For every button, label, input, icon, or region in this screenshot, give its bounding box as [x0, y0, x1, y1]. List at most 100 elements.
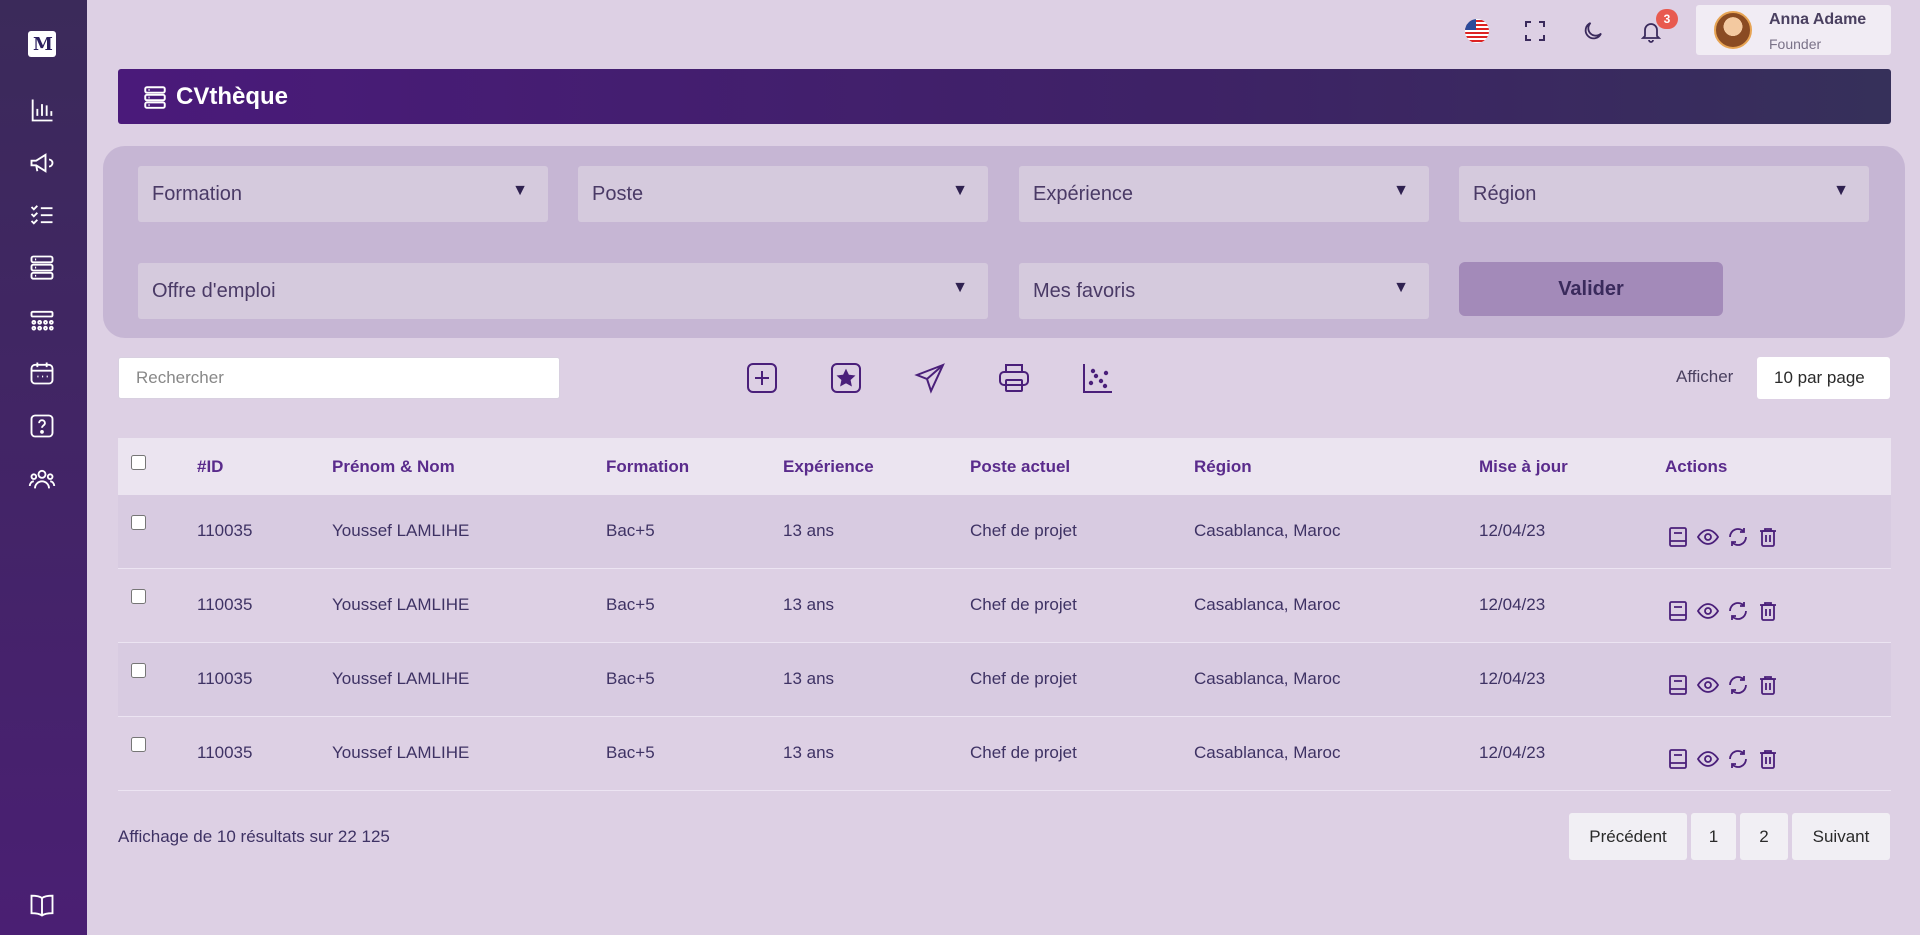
- experience-select-value: Expérience: [1033, 182, 1134, 205]
- sidebar-item-users[interactable]: [27, 464, 57, 494]
- col-updated[interactable]: Mise à jour: [1479, 457, 1568, 477]
- view-icon[interactable]: [1695, 598, 1721, 624]
- col-formation[interactable]: Formation: [606, 457, 689, 477]
- sidebar-item-calendar[interactable]: [27, 358, 57, 388]
- row-checkbox[interactable]: [131, 589, 146, 604]
- cell-region: Casablanca, Maroc: [1194, 743, 1341, 762]
- poste-select[interactable]: Poste ▼: [578, 166, 988, 222]
- refresh-icon[interactable]: [1725, 746, 1751, 772]
- row-checkbox[interactable]: [131, 515, 146, 530]
- scatter-chart-button[interactable]: [1081, 361, 1115, 395]
- notifications-icon[interactable]: 3: [1636, 9, 1678, 46]
- dropdown-arrow-icon: ▼: [1833, 182, 1849, 199]
- formation-select[interactable]: Formation ▼: [138, 166, 548, 222]
- view-icon[interactable]: [1695, 672, 1721, 698]
- offre-select[interactable]: Offre d'emploi ▼: [138, 263, 988, 319]
- sidebar-item-stats[interactable]: [27, 95, 57, 125]
- offre-select-value: Offre d'emploi: [152, 279, 276, 302]
- dropdown-arrow-icon: ▼: [952, 279, 968, 296]
- scatter-chart-icon: [1083, 364, 1112, 393]
- delete-icon[interactable]: [1755, 672, 1781, 698]
- cv-icon[interactable]: [1665, 598, 1691, 624]
- user-menu[interactable]: Anna Adame Founder: [1696, 5, 1891, 55]
- add-candidate-button[interactable]: [745, 361, 779, 395]
- sidebar-item-grid[interactable]: [27, 305, 57, 335]
- delete-icon[interactable]: [1755, 524, 1781, 550]
- cell-name: Youssef LAMLIHE: [332, 595, 470, 614]
- favoris-select-value: Mes favoris: [1033, 279, 1136, 302]
- row-actions: [1665, 672, 1781, 698]
- cv-icon[interactable]: [1665, 524, 1691, 550]
- col-region[interactable]: Région: [1194, 457, 1252, 477]
- row-actions: [1665, 598, 1781, 624]
- view-icon[interactable]: [1695, 524, 1721, 550]
- cell-id: 110035: [197, 669, 253, 688]
- cell-formation: Bac+5: [606, 669, 655, 688]
- refresh-icon[interactable]: [1725, 524, 1751, 550]
- row-checkbox[interactable]: [131, 737, 146, 752]
- validate-button[interactable]: Valider: [1459, 262, 1723, 316]
- refresh-icon[interactable]: [1725, 598, 1751, 624]
- app-logo[interactable]: M: [28, 31, 56, 57]
- delete-icon[interactable]: [1755, 598, 1781, 624]
- cell-formation: Bac+5: [606, 743, 655, 762]
- sidebar-item-campaigns[interactable]: [27, 148, 57, 178]
- select-all-checkbox[interactable]: [131, 455, 146, 470]
- show-label: Afficher: [1676, 367, 1734, 386]
- search-input[interactable]: [118, 357, 560, 399]
- cell-updated: 12/04/23: [1479, 743, 1546, 762]
- dark-mode-icon[interactable]: [1578, 16, 1608, 46]
- users-icon: [28, 469, 56, 489]
- page-header: CVthèque: [118, 69, 1891, 124]
- print-button[interactable]: [997, 361, 1031, 395]
- dropdown-arrow-icon: ▼: [1393, 279, 1409, 296]
- next-page-button[interactable]: Suivant: [1792, 813, 1890, 860]
- send-button[interactable]: [913, 361, 947, 395]
- row-checkbox[interactable]: [131, 663, 146, 678]
- view-icon[interactable]: [1695, 746, 1721, 772]
- refresh-icon[interactable]: [1725, 672, 1751, 698]
- cell-formation: Bac+5: [606, 521, 655, 540]
- sidebar-item-docs[interactable]: [27, 890, 57, 920]
- cell-poste: Chef de projet: [970, 669, 1077, 688]
- page-1-button[interactable]: 1: [1691, 813, 1736, 860]
- database-icon: [30, 255, 54, 280]
- cell-region: Casablanca, Maroc: [1194, 595, 1341, 614]
- cell-name: Youssef LAMLIHE: [332, 521, 470, 540]
- printer-icon: [999, 364, 1029, 392]
- question-icon: [30, 414, 54, 438]
- cv-icon[interactable]: [1665, 672, 1691, 698]
- col-poste[interactable]: Poste actuel: [970, 457, 1070, 477]
- delete-icon[interactable]: [1755, 746, 1781, 772]
- formation-select-value: Formation: [152, 182, 243, 205]
- favorite-button[interactable]: [829, 361, 863, 395]
- region-select[interactable]: Région ▼: [1459, 166, 1869, 222]
- table-row: 110035 Youssef LAMLIHE Bac+5 13 ans Chef…: [118, 495, 1891, 569]
- col-actions: Actions: [1665, 457, 1728, 476]
- table-row: 110035 Youssef LAMLIHE Bac+5 13 ans Chef…: [118, 569, 1891, 643]
- prev-page-button[interactable]: Précédent: [1569, 813, 1687, 860]
- sidebar-item-tasks[interactable]: [27, 199, 57, 229]
- megaphone-icon: [30, 153, 54, 173]
- per-page-select[interactable]: 10 par page: [1757, 357, 1890, 399]
- fullscreen-icon[interactable]: [1520, 16, 1550, 46]
- dropdown-arrow-icon: ▼: [952, 182, 968, 199]
- experience-select[interactable]: Expérience ▼: [1019, 166, 1429, 222]
- dropdown-arrow-icon: ▼: [1393, 182, 1409, 199]
- sidebar-item-help[interactable]: [27, 411, 57, 441]
- language-flag-icon[interactable]: [1462, 16, 1492, 46]
- cell-region: Casablanca, Maroc: [1194, 669, 1341, 688]
- col-name[interactable]: Prénom & Nom: [332, 457, 455, 477]
- cell-id: 110035: [197, 743, 253, 762]
- cell-updated: 12/04/23: [1479, 521, 1546, 540]
- page-2-button[interactable]: 2: [1740, 813, 1788, 860]
- cell-poste: Chef de projet: [970, 743, 1077, 762]
- cv-icon[interactable]: [1665, 746, 1691, 772]
- row-actions: [1665, 746, 1781, 772]
- col-id[interactable]: #ID: [197, 457, 223, 477]
- sidebar-item-cvtheque[interactable]: [27, 252, 57, 282]
- favoris-select[interactable]: Mes favoris ▼: [1019, 263, 1429, 319]
- col-experience[interactable]: Expérience: [783, 457, 874, 477]
- star-icon: [831, 363, 861, 393]
- cell-id: 110035: [197, 595, 253, 614]
